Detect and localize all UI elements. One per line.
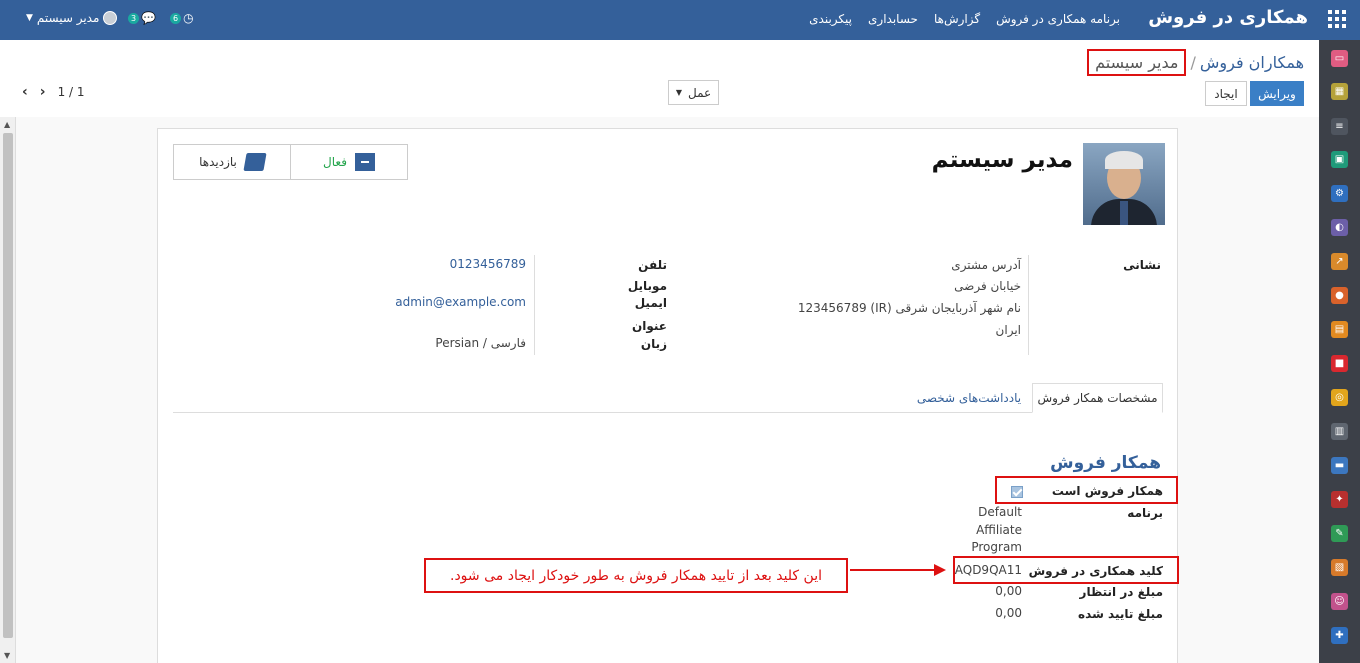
is-affiliate-checkbox[interactable] <box>1011 486 1023 498</box>
email-label: ایمیل <box>634 296 667 310</box>
scroll-down-icon[interactable]: ▼ <box>4 651 10 660</box>
active-toggle-button[interactable]: فعال <box>290 145 407 179</box>
breadcrumb-separator: / <box>1190 53 1196 72</box>
visits-label: بازدیدها <box>199 155 237 169</box>
invoicing-icon[interactable]: ▤ <box>1331 321 1348 338</box>
phone-label: تلفن <box>638 258 667 272</box>
main-menu: برنامه همکاری در فروش گزارش‌ها حسابداری … <box>793 12 1120 26</box>
edit-button[interactable]: ویرایش <box>1250 81 1304 106</box>
menu-item-affiliate-program[interactable]: برنامه همکاری در فروش <box>996 12 1120 26</box>
inventory-icon[interactable]: ▥ <box>1331 423 1348 440</box>
user-menu[interactable]: ▼ مدیر سیستم <box>26 11 118 25</box>
annotation-arrow <box>850 569 938 571</box>
breadcrumb: همکاران فروش / مدیر سیستم <box>1087 49 1304 76</box>
email-value[interactable]: admin@example.com <box>395 295 526 309</box>
approved-amount-label: مبلغ تایید شده <box>1078 607 1163 621</box>
language-value: Persian / فارسی <box>435 336 526 350</box>
breadcrumb-parent[interactable]: همکاران فروش <box>1200 53 1304 72</box>
clock-icon: ◷ <box>183 11 194 25</box>
mobile-label: موبایل <box>627 279 667 293</box>
affiliate-key-label: کلید همکاری در فروش <box>1028 564 1163 578</box>
address-line-3: نام شهر آذربایجان شرقی (IR) 123456789 <box>797 301 1021 315</box>
pos-icon[interactable]: ▬ <box>1331 457 1348 474</box>
menu-item-reports[interactable]: گزارش‌ها <box>934 12 980 26</box>
approved-amount-value: 0,00 <box>995 606 1022 620</box>
chat-icon: 💬 <box>141 11 157 25</box>
title-label: عنوان <box>632 319 667 333</box>
discuss-icon[interactable]: ▭ <box>1331 50 1348 67</box>
messages-count-badge: 3 <box>128 12 140 24</box>
activities-button[interactable]: 6 ◷ <box>170 11 194 25</box>
arrow-right-icon <box>934 564 946 576</box>
gift-icon[interactable]: ✦ <box>1331 491 1348 508</box>
language-label: زبان <box>640 337 667 351</box>
pager-prev-icon[interactable]: › <box>40 84 46 100</box>
apps-grid-icon[interactable] <box>1328 10 1346 28</box>
active-label: فعال <box>323 155 347 169</box>
employees-icon[interactable]: ☺ <box>1331 593 1348 610</box>
phone-value[interactable]: 0123456789 <box>450 257 526 271</box>
breadcrumb-current: مدیر سیستم <box>1087 49 1187 76</box>
settings-icon[interactable]: ⚙ <box>1331 185 1348 202</box>
is-affiliate-label: همکار فروش است <box>1051 484 1163 498</box>
archive-icon <box>354 153 375 171</box>
program-line-3: Program <box>971 540 1022 554</box>
affiliate-key-value: AQD9QA11 <box>954 563 1022 577</box>
action-dropdown[interactable]: ▼ عمل <box>668 80 719 105</box>
notes-icon[interactable]: ≡ <box>1331 118 1348 135</box>
tab-personal-notes[interactable]: یادداشت‌های شخصی <box>906 383 1032 413</box>
annotation-note: این کلید بعد از تایید همکار فروش به طور … <box>424 558 848 593</box>
smart-buttons: بازدیدها فعال <box>173 144 408 180</box>
sales-icon[interactable]: ↗ <box>1331 253 1348 270</box>
apps-icon[interactable]: ✚ <box>1331 627 1348 644</box>
create-button[interactable]: ایجاد <box>1205 81 1247 106</box>
action-label: عمل <box>687 85 712 100</box>
book-icon <box>243 153 267 171</box>
app-brand: همکاری در فروش <box>1148 7 1308 28</box>
pager-value[interactable]: 1 / 1 <box>58 85 85 99</box>
section-title: همکار فروش <box>1050 453 1161 473</box>
scroll-up-icon[interactable]: ▲ <box>4 120 10 129</box>
activities-count-badge: 6 <box>170 12 182 24</box>
caret-down-icon: ▼ <box>26 13 33 23</box>
menu-item-accounting[interactable]: حسابداری <box>868 12 918 26</box>
notebook-tabs: مشخصات همکار فروش یادداشت‌های شخصی <box>173 383 1163 413</box>
pending-amount-value: 0,00 <box>995 584 1022 598</box>
partner-avatar[interactable] <box>1083 143 1165 225</box>
program-line-2: Affiliate <box>976 523 1022 537</box>
crm-icon[interactable]: ◐ <box>1331 219 1348 236</box>
address-line-1: آدرس مشتری <box>951 258 1021 272</box>
address-label: نشانی <box>1123 258 1161 272</box>
tools-icon[interactable]: ✎ <box>1331 525 1348 542</box>
visits-button[interactable]: بازدیدها <box>174 145 290 179</box>
address-line-4: ایران <box>995 323 1021 337</box>
address-line-2: خیابان فرضی <box>954 279 1021 293</box>
top-navbar: همکاری در فروش برنامه همکاری در فروش گزا… <box>0 0 1360 40</box>
contacts-icon[interactable]: ▣ <box>1331 151 1348 168</box>
partner-name: مدیر سیستم <box>931 147 1073 173</box>
program-line-1: Default <box>978 505 1022 519</box>
program-label: برنامه <box>1127 506 1163 520</box>
pager-next-icon[interactable]: ‹ <box>22 84 28 100</box>
app-sidebar: ▭ ▦ ≡ ▣ ⚙ ◐ ↗ ● ▤ ■ ◎ ▥ ▬ ✦ ✎ ▧ ☺ ✚ <box>1319 40 1360 663</box>
documents-icon[interactable]: ■ <box>1331 355 1348 372</box>
user-avatar <box>103 11 118 25</box>
user-name: مدیر سیستم <box>36 11 100 25</box>
helpdesk-icon[interactable]: ◎ <box>1331 389 1348 406</box>
pending-amount-label: مبلغ در انتظار <box>1079 585 1163 599</box>
tab-affiliate-details[interactable]: مشخصات همکار فروش <box>1032 383 1163 413</box>
divider <box>534 255 535 355</box>
caret-down-icon: ▼ <box>675 88 682 97</box>
messages-button[interactable]: 3 💬 <box>128 11 156 25</box>
divider <box>1028 255 1029 355</box>
website-icon[interactable]: ● <box>1331 287 1348 304</box>
reports-icon[interactable]: ▧ <box>1331 559 1348 576</box>
vertical-scrollbar[interactable]: ▲ ▼ <box>0 117 16 663</box>
menu-item-configuration[interactable]: پیکربندی <box>809 12 852 26</box>
scroll-thumb[interactable] <box>3 133 13 638</box>
calendar-icon[interactable]: ▦ <box>1331 83 1348 100</box>
pager: ‹ › 1 / 1 <box>22 84 85 100</box>
